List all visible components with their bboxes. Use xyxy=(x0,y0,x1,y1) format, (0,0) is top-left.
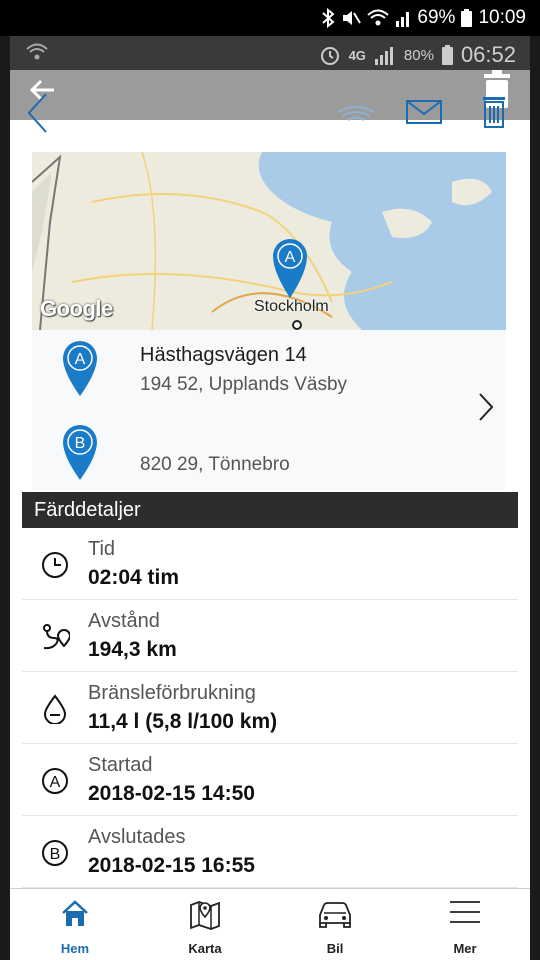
detail-row-ended: B Avslutades 2018-02-15 16:55 xyxy=(22,816,518,888)
outer-status-bar: 69% 10:09 xyxy=(0,0,540,36)
detail-row-started: A Startad 2018-02-15 14:50 xyxy=(22,744,518,816)
end-city: 820 29, Tönnebro xyxy=(140,454,290,475)
end-pin-label: B xyxy=(75,435,86,452)
detail-value: 194,3 km xyxy=(88,638,177,661)
nav-item-map[interactable]: Karta xyxy=(140,889,270,960)
start-city: 194 52, Upplands Väsby xyxy=(140,374,348,395)
inner-signal-icon xyxy=(374,47,393,65)
nav-label: Karta xyxy=(188,941,222,956)
chevron-left-icon[interactable] xyxy=(26,92,48,134)
outer-clock: 10:09 xyxy=(478,7,526,28)
nav-item-more[interactable]: Mer xyxy=(400,889,530,960)
signal-icon xyxy=(396,12,410,27)
fuel-drop-icon xyxy=(43,694,67,724)
battery-icon xyxy=(461,9,473,27)
menu-icon xyxy=(450,901,480,923)
start-pin-label: A xyxy=(75,351,86,368)
clock-icon xyxy=(42,552,68,578)
bottom-nav: Hem Karta Bil Mer xyxy=(10,888,530,960)
route-summary[interactable]: A Hästhagsvägen 14 194 52, Upplands Väsb… xyxy=(32,330,506,490)
start-street: Hästhagsvägen 14 xyxy=(140,344,307,366)
map-pin-a-icon[interactable]: A xyxy=(269,234,311,300)
detail-label: Avslutades xyxy=(88,826,186,848)
inner-network-label: 4G xyxy=(348,47,366,63)
detail-label: Startad xyxy=(88,754,153,776)
detail-value: 02:04 tim xyxy=(88,566,180,589)
map-city-label: Stockholm xyxy=(254,298,329,315)
end-pin-icon: B xyxy=(63,425,97,480)
map-pin-label: A xyxy=(285,249,296,266)
detail-label: Bränsleförbrukning xyxy=(88,682,256,704)
chevron-right-icon[interactable] xyxy=(478,392,494,422)
nav-item-car[interactable]: Bil xyxy=(270,889,400,960)
share-signal-icon[interactable] xyxy=(336,102,376,122)
detail-value: 2018-02-15 14:50 xyxy=(88,782,255,805)
detail-label: Tid xyxy=(88,538,116,560)
city-dot-icon xyxy=(292,320,302,330)
detail-row-fuel: Bränsleförbrukning 11,4 l (5,8 l/100 km) xyxy=(22,672,518,744)
inner-status-bar: 4G 80% 06:52 xyxy=(10,36,530,70)
alarm-icon xyxy=(320,47,339,65)
detail-label: Avstånd xyxy=(88,610,160,632)
route-map[interactable]: A Stockholm Google xyxy=(32,152,506,330)
section-header-trip-details: Färddetaljer xyxy=(22,492,518,528)
inner-clock: 06:52 xyxy=(460,42,516,67)
toolbar xyxy=(10,70,530,120)
map-icon xyxy=(190,901,220,930)
start-a-icon: A xyxy=(42,768,68,794)
start-pin-icon: A xyxy=(63,341,97,396)
inner-battery-icon xyxy=(441,45,453,65)
inner-wifi-icon xyxy=(26,43,48,60)
home-icon xyxy=(62,900,88,926)
end-b-icon: B xyxy=(42,840,68,866)
nav-label: Mer xyxy=(453,941,477,956)
detail-value: 2018-02-15 16:55 xyxy=(88,854,255,877)
route-icon xyxy=(43,624,70,650)
svg-text:A: A xyxy=(50,774,61,791)
detail-row-time: Tid 02:04 tim xyxy=(22,528,518,600)
nav-label: Bil xyxy=(326,941,344,956)
trash-icon[interactable] xyxy=(482,94,506,128)
mute-icon xyxy=(343,11,362,25)
svg-text:B: B xyxy=(50,846,61,863)
nav-item-home[interactable]: Hem xyxy=(10,889,140,960)
detail-row-distance: Avstånd 194,3 km xyxy=(22,600,518,672)
nav-label: Hem xyxy=(60,941,90,956)
mail-icon[interactable] xyxy=(406,100,442,124)
trip-details-list: Tid 02:04 tim Avstånd 194,3 km Bränslefö… xyxy=(22,528,518,888)
bluetooth-icon xyxy=(322,8,335,28)
detail-value: 11,4 l (5,8 l/100 km) xyxy=(88,710,278,733)
google-watermark: Google xyxy=(40,296,113,321)
inner-battery-percent: 80% xyxy=(403,46,434,64)
wifi-icon xyxy=(367,9,390,26)
app-frame: 4G 80% 06:52 A Stockholm Google A Hästha… xyxy=(10,36,530,960)
car-icon xyxy=(319,902,351,928)
outer-battery-percent: 69% xyxy=(417,7,456,28)
